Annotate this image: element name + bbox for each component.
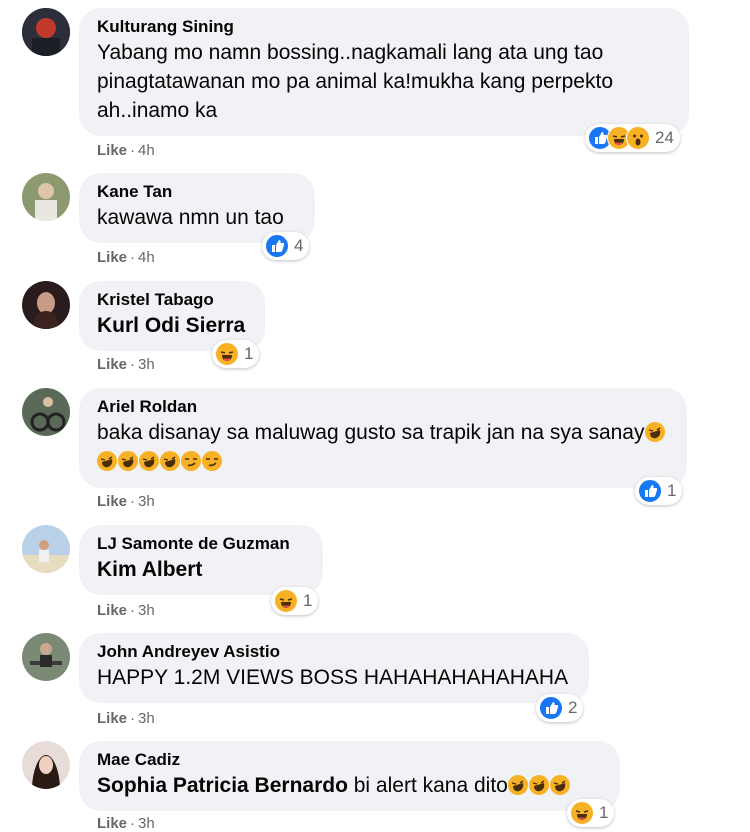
avatar[interactable] [22, 8, 70, 56]
mentioned-user-link[interactable]: Kim Albert [97, 558, 202, 581]
timestamp[interactable]: 4h [138, 142, 155, 159]
separator-dot: · [130, 493, 136, 510]
comment-text-content: baka disanay sa maluwag gusto sa trapik … [97, 421, 645, 444]
timestamp[interactable]: 4h [138, 249, 155, 266]
comment-bubble: LJ Samonte de Guzman Kim Albert [79, 525, 323, 595]
rolling-laughing-emoji [97, 451, 117, 471]
comment-text: kawawa nmn un tao [97, 206, 284, 229]
comment-text: baka disanay sa maluwag gusto sa trapik … [97, 418, 669, 476]
comment-author[interactable]: Kane Tan [97, 181, 297, 203]
comment-author[interactable]: Kulturang Sining [97, 16, 671, 38]
timestamp[interactable]: 3h [138, 602, 155, 619]
rolling-laughing-emoji [644, 422, 665, 442]
comment-meta: Like · 3h [97, 356, 155, 373]
haha-reaction-icon [215, 342, 239, 366]
comment-bubble: John Andreyev Asistio HAPPY 1.2M VIEWS B… [79, 633, 589, 703]
avatar[interactable] [22, 741, 70, 789]
separator-dot: · [130, 710, 136, 727]
comment-text: Kim Albert [97, 555, 305, 584]
rolling-laughing-emoji [160, 451, 180, 471]
reaction-summary[interactable]: 1 [212, 340, 260, 368]
reaction-summary[interactable]: 1 [271, 587, 319, 615]
comment-author[interactable]: Mae Cadiz [97, 749, 602, 771]
reaction-count: 1 [667, 481, 677, 500]
like-button[interactable]: Like [97, 356, 127, 373]
like-button[interactable]: Like [97, 493, 127, 510]
timestamp[interactable]: 3h [138, 356, 155, 373]
comment-meta: Like · 4h [97, 142, 155, 159]
mentioned-user-link[interactable]: Sophia Patricia Bernardo [97, 774, 348, 797]
separator-dot: · [130, 356, 136, 373]
comment-text-content: bi alert kana dito [353, 774, 508, 797]
separator-dot: · [130, 142, 136, 159]
reaction-summary[interactable]: 4 [262, 232, 310, 260]
reaction-count: 1 [599, 803, 609, 822]
rolling-laughing-emoji [118, 451, 138, 471]
comment-author[interactable]: Ariel Roldan [97, 396, 669, 418]
comment-text: HAPPY 1.2M VIEWS BOSS HAHAHAHAHAHAHA [97, 666, 569, 689]
comment-bubble: Ariel Roldan baka disanay sa maluwag gus… [79, 388, 687, 488]
rolling-laughing-emoji [528, 775, 549, 795]
timestamp[interactable]: 3h [138, 493, 155, 510]
like-button[interactable]: Like [97, 142, 127, 159]
like-button[interactable]: Like [97, 249, 127, 266]
reaction-count: 1 [303, 591, 313, 610]
haha-reaction-icon [274, 589, 298, 613]
avatar[interactable] [22, 173, 70, 221]
rolling-laughing-emoji [139, 451, 159, 471]
comment-meta: Like · 4h [97, 249, 155, 266]
comment-bubble: Kulturang Sining Yabang mo namn bossing.… [79, 8, 689, 136]
timestamp[interactable]: 3h [138, 710, 155, 727]
reaction-summary[interactable]: 24 [585, 124, 680, 152]
reaction-summary[interactable]: 1 [635, 477, 683, 505]
comment-author[interactable]: LJ Samonte de Guzman [97, 533, 305, 555]
separator-dot: · [130, 602, 136, 619]
reaction-count: 4 [294, 236, 304, 255]
reaction-summary[interactable]: 2 [536, 694, 584, 722]
like-reaction-icon [265, 234, 289, 258]
comment-meta: Like · 3h [97, 493, 155, 510]
like-reaction-icon [539, 696, 563, 720]
comment-text: Kurl Odi Sierra [97, 311, 247, 340]
comment-author[interactable]: John Andreyev Asistio [97, 641, 571, 663]
comment-meta: Like · 3h [97, 710, 155, 727]
like-button[interactable]: Like [97, 602, 127, 619]
rolling-laughing-emoji [507, 775, 528, 795]
haha-reaction-icon [570, 801, 594, 825]
avatar[interactable] [22, 525, 70, 573]
reaction-summary[interactable]: 1 [567, 799, 615, 827]
like-reaction-icon [638, 479, 662, 503]
avatar[interactable] [22, 388, 70, 436]
smirk-emoji [181, 451, 201, 471]
like-button[interactable]: Like [97, 710, 127, 727]
comment-text: Sophia Patricia Bernardo bi alert kana d… [97, 771, 602, 800]
mentioned-user-link[interactable]: Kurl Odi Sierra [97, 314, 245, 337]
separator-dot: · [130, 249, 136, 266]
reaction-count: 1 [244, 344, 254, 363]
rolling-laughing-emoji [549, 775, 570, 795]
comment-meta: Like · 3h [97, 602, 155, 619]
smirk-emoji [202, 451, 222, 471]
comment-author[interactable]: Kristel Tabago [97, 289, 247, 311]
avatar[interactable] [22, 633, 70, 681]
reaction-count: 2 [568, 698, 578, 717]
avatar[interactable] [22, 281, 70, 329]
comment-bubble: Mae Cadiz Sophia Patricia Bernardo bi al… [79, 741, 620, 811]
wow-reaction-icon [626, 126, 650, 150]
reaction-count: 24 [655, 128, 674, 147]
comment-text: Yabang mo namn bossing..nagkamali lang a… [97, 41, 613, 122]
